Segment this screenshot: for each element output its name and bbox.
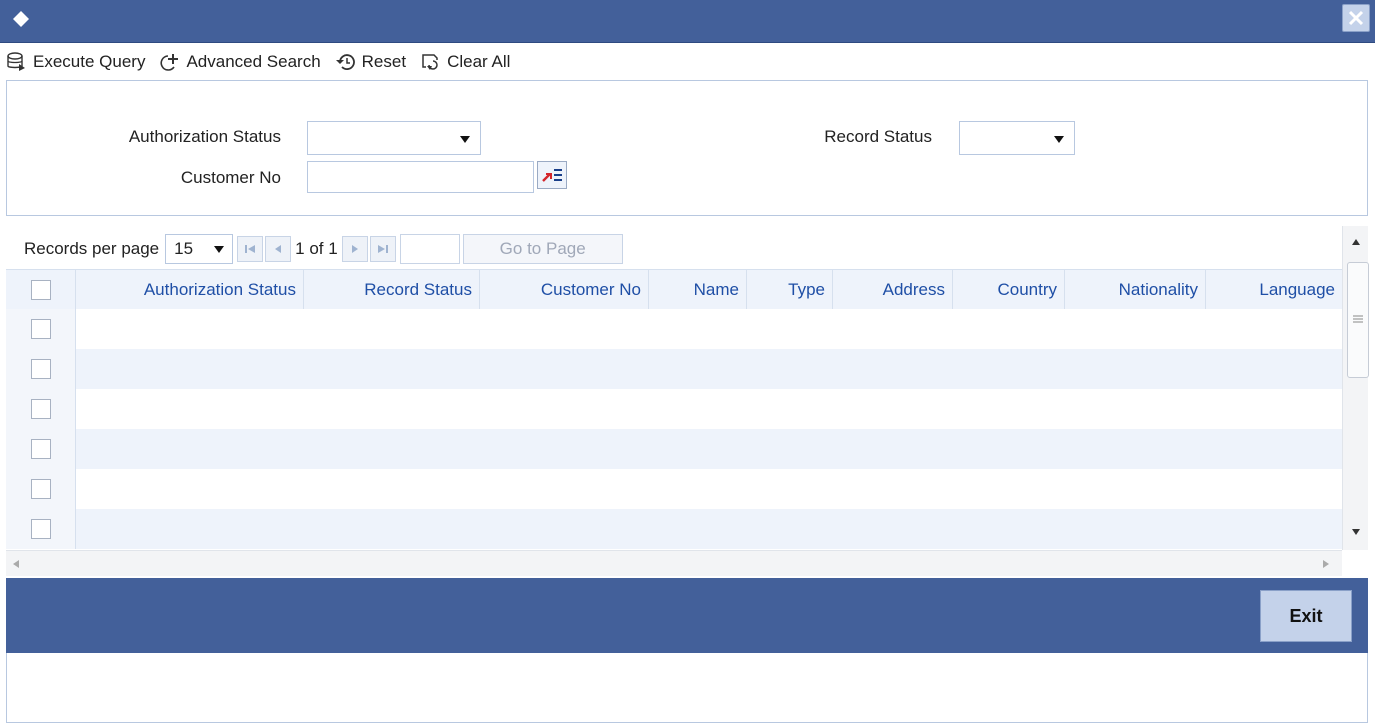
first-page-icon xyxy=(245,245,256,253)
column-header-authorization-status[interactable]: Authorization Status xyxy=(76,270,304,309)
row-checkbox[interactable] xyxy=(31,399,51,419)
go-to-page-button[interactable]: Go to Page xyxy=(462,234,623,264)
row-checkbox[interactable] xyxy=(31,479,51,499)
grip-icon xyxy=(1353,315,1363,323)
grid-header-row: Authorization Status Record Status Custo… xyxy=(6,270,1342,309)
last-page-button[interactable] xyxy=(369,236,396,262)
clear-all-icon xyxy=(422,53,438,70)
record-status-select[interactable] xyxy=(959,121,1075,155)
search-criteria-panel: Authorization Status Record Status Custo… xyxy=(6,80,1368,216)
exit-button[interactable]: Exit xyxy=(1260,590,1352,642)
footer-bar: Exit xyxy=(6,578,1368,653)
first-page-button[interactable] xyxy=(237,236,264,262)
authorization-status-label: Authorization Status xyxy=(128,127,281,146)
bottom-panel xyxy=(6,653,1368,723)
next-page-icon xyxy=(351,245,358,253)
scroll-up-icon xyxy=(1352,239,1360,245)
records-per-page-value: 15 xyxy=(174,239,194,258)
records-per-page-select[interactable]: 15 xyxy=(165,234,234,264)
customer-no-lookup-button[interactable] xyxy=(537,161,567,189)
chevron-down-icon xyxy=(460,136,470,143)
execute-query-label: Execute Query xyxy=(33,51,146,71)
row-select-cell xyxy=(6,349,76,389)
results-area: Records per page 15 1 of 1 Go to Page Au… xyxy=(6,226,1369,576)
column-header-name[interactable]: Name xyxy=(649,270,747,309)
record-status-label: Record Status xyxy=(824,127,932,146)
row-select-cell xyxy=(6,389,76,429)
table-row[interactable] xyxy=(6,309,1342,349)
reset-button[interactable]: Reset xyxy=(335,52,406,72)
column-header-address[interactable]: Address xyxy=(833,270,953,309)
row-checkbox[interactable] xyxy=(31,359,51,379)
database-query-icon xyxy=(7,51,25,71)
row-checkbox[interactable] xyxy=(31,439,51,459)
row-select-cell xyxy=(6,309,76,349)
column-header-customer-no[interactable]: Customer No xyxy=(480,270,649,309)
scroll-down-icon xyxy=(1352,529,1360,535)
advanced-search-button[interactable]: Advanced Search xyxy=(159,51,321,72)
table-row[interactable] xyxy=(6,469,1342,509)
vertical-scroll-thumb[interactable] xyxy=(1347,262,1369,378)
column-header-record-status[interactable]: Record Status xyxy=(304,270,480,309)
row-select-cell xyxy=(6,469,76,509)
table-row[interactable] xyxy=(6,509,1342,549)
authorization-status-select[interactable] xyxy=(307,121,481,155)
pagination-bar: Records per page 15 1 of 1 Go to Page xyxy=(6,231,1206,267)
page-info: 1 of 1 xyxy=(295,239,338,258)
table-row[interactable] xyxy=(6,349,1342,389)
list-of-values-icon xyxy=(542,169,562,182)
window-titlebar xyxy=(0,0,1375,43)
close-icon xyxy=(1348,10,1364,26)
customer-no-field[interactable] xyxy=(307,161,534,193)
column-header-language[interactable]: Language xyxy=(1206,270,1342,309)
close-window-button[interactable] xyxy=(1342,4,1370,32)
advanced-search-icon xyxy=(160,53,179,71)
goto-page-input[interactable] xyxy=(399,234,460,264)
results-grid: Authorization Status Record Status Custo… xyxy=(6,269,1342,550)
row-checkbox[interactable] xyxy=(31,519,51,539)
chevron-down-icon xyxy=(214,246,225,253)
table-row[interactable] xyxy=(6,389,1342,429)
scroll-left-icon xyxy=(13,560,19,568)
row-select-cell xyxy=(6,509,76,549)
select-all-checkbox[interactable] xyxy=(31,280,51,300)
toolbar: Execute Query Advanced Search Reset Clea… xyxy=(0,43,1375,80)
reset-icon xyxy=(335,53,355,70)
column-header-country[interactable]: Country xyxy=(953,270,1065,309)
vertical-scrollbar[interactable] xyxy=(1342,226,1369,550)
row-checkbox[interactable] xyxy=(31,319,51,339)
reset-label: Reset xyxy=(361,51,407,71)
app-diamond-icon xyxy=(13,11,29,27)
advanced-search-label: Advanced Search xyxy=(186,51,321,71)
scroll-right-icon xyxy=(1323,560,1329,568)
last-page-icon xyxy=(377,245,388,253)
clear-all-button[interactable]: Clear All xyxy=(420,52,510,72)
column-header-nationality[interactable]: Nationality xyxy=(1065,270,1206,309)
column-header-type[interactable]: Type xyxy=(747,270,833,309)
table-row[interactable] xyxy=(6,429,1342,469)
horizontal-scrollbar[interactable] xyxy=(6,550,1342,576)
next-page-button[interactable] xyxy=(341,236,368,262)
execute-query-button[interactable]: Execute Query xyxy=(6,52,145,72)
previous-page-button[interactable] xyxy=(265,236,292,262)
records-per-page-label: Records per page xyxy=(24,239,160,258)
row-select-cell xyxy=(6,429,76,469)
previous-page-icon xyxy=(275,245,282,253)
clear-all-label: Clear All xyxy=(447,51,511,71)
customer-no-label: Customer No xyxy=(180,168,281,187)
select-all-cell xyxy=(6,270,76,309)
chevron-down-icon xyxy=(1054,136,1064,143)
